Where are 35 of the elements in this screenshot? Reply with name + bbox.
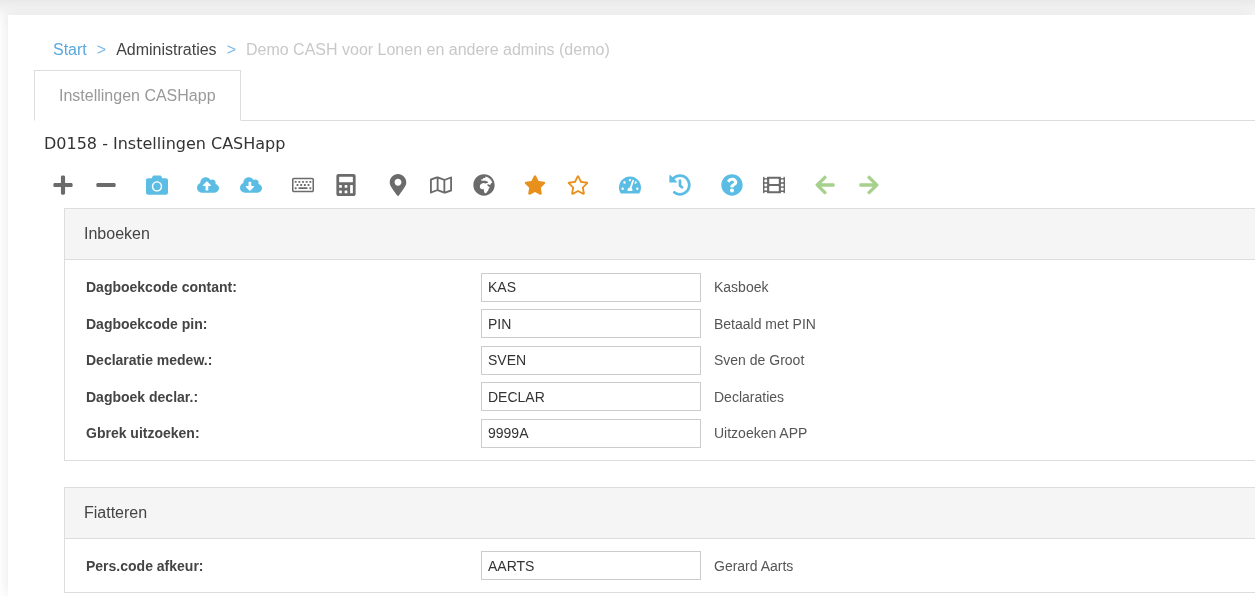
field-description: Declaraties	[713, 388, 786, 405]
breadcrumb-link[interactable]: Administraties	[116, 41, 217, 59]
input-field[interactable]: SVEN	[481, 345, 701, 375]
camera-icon[interactable]	[145, 173, 169, 197]
map-icon[interactable]	[429, 173, 453, 197]
star-outline-icon[interactable]	[566, 173, 590, 197]
clock-arrow-icon[interactable]	[668, 173, 692, 197]
field-label: Dagboekcode contant:	[86, 279, 238, 296]
field-description: Betaald met PIN	[713, 315, 817, 332]
field-label: Dagboek declar.:	[86, 388, 200, 405]
section-header: Fiatteren	[65, 487, 1255, 539]
field-description: Kasboek	[713, 279, 770, 296]
arrow-right-icon[interactable]	[857, 173, 881, 197]
help-icon[interactable]	[720, 173, 744, 197]
section-header: Inboeken	[65, 209, 1255, 260]
globe-icon[interactable]	[472, 173, 496, 197]
breadcrumb-separator: >	[226, 41, 236, 59]
field-label: Dagboekcode pin:	[86, 315, 209, 332]
field-description: Sven de Groot	[713, 352, 806, 369]
input-field[interactable]: KAS	[481, 272, 701, 302]
input-field[interactable]: 9999A	[481, 418, 701, 448]
input-field[interactable]: PIN	[481, 309, 701, 339]
page-title: D0158 - Instellingen CASHapp	[43, 133, 287, 153]
input-field[interactable]: AARTS	[481, 551, 701, 581]
arrow-left-icon[interactable]	[813, 173, 837, 197]
field-description: Uitzoeken APP	[713, 425, 809, 442]
field-description: Gerard Aarts	[713, 557, 795, 574]
field-label: Declaratie medew.:	[86, 352, 214, 369]
input-field[interactable]: DECLAR	[481, 382, 701, 412]
breadcrumb-separator: >	[96, 41, 107, 59]
plus-icon[interactable]	[51, 173, 75, 197]
field-label: Pers.code afkeur:	[86, 557, 205, 574]
calculator-icon[interactable]	[334, 173, 358, 197]
field-label: Gbrek uitzoeken:	[86, 425, 201, 442]
star-icon[interactable]	[523, 173, 547, 197]
